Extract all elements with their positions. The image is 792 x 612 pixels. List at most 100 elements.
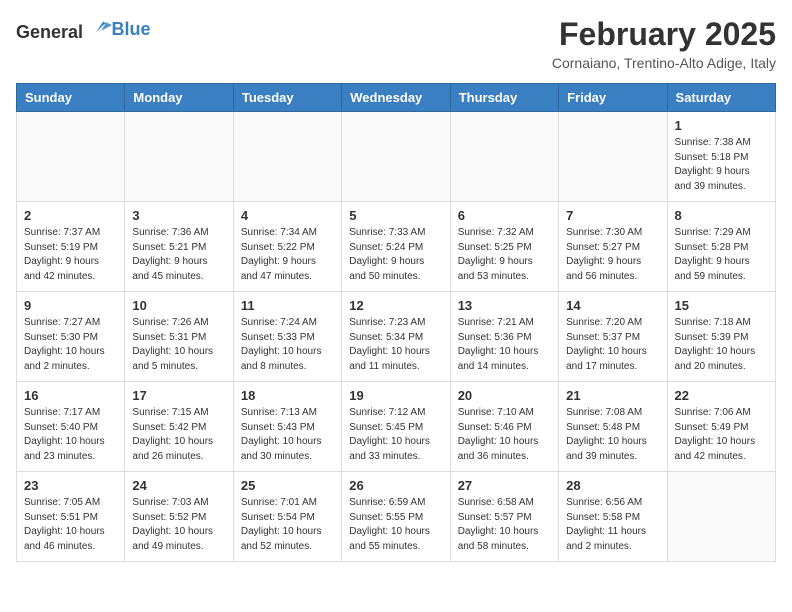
calendar-cell: 4 Sunrise: 7:34 AM Sunset: 5:22 PM Daylig… xyxy=(233,202,341,292)
day-number: 11 xyxy=(241,298,334,313)
calendar-header-row: SundayMondayTuesdayWednesdayThursdayFrid… xyxy=(17,84,776,112)
day-info: Sunrise: 7:20 AM Sunset: 5:37 PM Dayligh… xyxy=(566,316,659,374)
title-block: February 2025 Cornaiano, Trentino-Alto A… xyxy=(552,16,776,71)
calendar-cell xyxy=(667,472,775,562)
day-number: 13 xyxy=(458,298,551,313)
calendar-cell: 9 Sunrise: 7:27 AM Sunset: 5:30 PM Daylig… xyxy=(17,292,125,382)
day-number: 7 xyxy=(566,208,659,223)
logo-bird-icon xyxy=(90,16,112,38)
calendar-cell: 28 Sunrise: 6:56 AM Sunset: 5:58 PM Dayli… xyxy=(559,472,667,562)
day-info: Sunrise: 7:34 AM Sunset: 5:22 PM Dayligh… xyxy=(241,226,334,284)
day-number: 23 xyxy=(24,478,117,493)
day-number: 22 xyxy=(675,388,768,403)
calendar-cell xyxy=(125,112,233,202)
day-number: 1 xyxy=(675,118,768,133)
day-info: Sunrise: 7:03 AM Sunset: 5:52 PM Dayligh… xyxy=(132,496,225,554)
calendar-cell: 15 Sunrise: 7:18 AM Sunset: 5:39 PM Dayli… xyxy=(667,292,775,382)
calendar-cell: 12Sunrise: 7:23 AM Sunset: 5:34 PM Dayli… xyxy=(342,292,450,382)
calendar-cell: 13Sunrise: 7:21 AM Sunset: 5:36 PM Dayli… xyxy=(450,292,558,382)
day-info: Sunrise: 7:26 AM Sunset: 5:31 PM Dayligh… xyxy=(132,316,225,374)
day-number: 4 xyxy=(241,208,334,223)
day-info: Sunrise: 7:06 AM Sunset: 5:49 PM Dayligh… xyxy=(675,406,768,464)
day-number: 2 xyxy=(24,208,117,223)
calendar-cell: 23 Sunrise: 7:05 AM Sunset: 5:51 PM Dayli… xyxy=(17,472,125,562)
calendar-cell: 2Sunrise: 7:37 AM Sunset: 5:19 PM Daylig… xyxy=(17,202,125,292)
day-number: 27 xyxy=(458,478,551,493)
logo-blue: Blue xyxy=(112,19,151,40)
week-row-0: 1 Sunrise: 7:38 AM Sunset: 5:18 PM Daylig… xyxy=(17,112,776,202)
calendar-cell: 24 Sunrise: 7:03 AM Sunset: 5:52 PM Dayli… xyxy=(125,472,233,562)
week-row-2: 9 Sunrise: 7:27 AM Sunset: 5:30 PM Daylig… xyxy=(17,292,776,382)
day-info: Sunrise: 6:59 AM Sunset: 5:55 PM Dayligh… xyxy=(349,496,442,554)
weekday-header-tuesday: Tuesday xyxy=(233,84,341,112)
calendar-cell: 1 Sunrise: 7:38 AM Sunset: 5:18 PM Daylig… xyxy=(667,112,775,202)
calendar-cell: 19 Sunrise: 7:12 AM Sunset: 5:45 PM Dayli… xyxy=(342,382,450,472)
day-info: Sunrise: 7:15 AM Sunset: 5:42 PM Dayligh… xyxy=(132,406,225,464)
weekday-header-monday: Monday xyxy=(125,84,233,112)
calendar-cell xyxy=(233,112,341,202)
day-number: 14 xyxy=(566,298,659,313)
day-number: 9 xyxy=(24,298,117,313)
weekday-header-thursday: Thursday xyxy=(450,84,558,112)
day-number: 16 xyxy=(24,388,117,403)
calendar-cell: 18 Sunrise: 7:13 AM Sunset: 5:43 PM Dayli… xyxy=(233,382,341,472)
day-number: 19 xyxy=(349,388,442,403)
day-number: 26 xyxy=(349,478,442,493)
day-info: Sunrise: 7:24 AM Sunset: 5:33 PM Dayligh… xyxy=(241,316,334,374)
day-number: 17 xyxy=(132,388,225,403)
day-number: 24 xyxy=(132,478,225,493)
week-row-4: 23 Sunrise: 7:05 AM Sunset: 5:51 PM Dayli… xyxy=(17,472,776,562)
calendar-cell: 6 Sunrise: 7:32 AM Sunset: 5:25 PM Daylig… xyxy=(450,202,558,292)
day-info: Sunrise: 7:05 AM Sunset: 5:51 PM Dayligh… xyxy=(24,496,117,554)
day-number: 21 xyxy=(566,388,659,403)
day-info: Sunrise: 7:12 AM Sunset: 5:45 PM Dayligh… xyxy=(349,406,442,464)
day-number: 15 xyxy=(675,298,768,313)
day-info: Sunrise: 7:38 AM Sunset: 5:18 PM Dayligh… xyxy=(675,136,768,194)
day-info: Sunrise: 7:36 AM Sunset: 5:21 PM Dayligh… xyxy=(132,226,225,284)
day-info: Sunrise: 7:18 AM Sunset: 5:39 PM Dayligh… xyxy=(675,316,768,374)
day-info: Sunrise: 7:17 AM Sunset: 5:40 PM Dayligh… xyxy=(24,406,117,464)
day-number: 10 xyxy=(132,298,225,313)
weekday-header-sunday: Sunday xyxy=(17,84,125,112)
day-number: 8 xyxy=(675,208,768,223)
calendar-cell xyxy=(559,112,667,202)
weekday-header-wednesday: Wednesday xyxy=(342,84,450,112)
month-year: February 2025 xyxy=(552,16,776,53)
calendar-cell xyxy=(17,112,125,202)
location: Cornaiano, Trentino-Alto Adige, Italy xyxy=(552,55,776,71)
calendar-cell xyxy=(450,112,558,202)
calendar-cell: 7 Sunrise: 7:30 AM Sunset: 5:27 PM Daylig… xyxy=(559,202,667,292)
calendar-cell: 14 Sunrise: 7:20 AM Sunset: 5:37 PM Dayli… xyxy=(559,292,667,382)
day-info: Sunrise: 6:56 AM Sunset: 5:58 PM Dayligh… xyxy=(566,496,659,554)
day-info: Sunrise: 7:08 AM Sunset: 5:48 PM Dayligh… xyxy=(566,406,659,464)
day-number: 18 xyxy=(241,388,334,403)
calendar-cell: 5 Sunrise: 7:33 AM Sunset: 5:24 PM Daylig… xyxy=(342,202,450,292)
calendar-cell: 25Sunrise: 7:01 AM Sunset: 5:54 PM Dayli… xyxy=(233,472,341,562)
day-info: Sunrise: 7:13 AM Sunset: 5:43 PM Dayligh… xyxy=(241,406,334,464)
calendar-table: SundayMondayTuesdayWednesdayThursdayFrid… xyxy=(16,83,776,562)
day-info: Sunrise: 7:23 AM Sunset: 5:34 PM Dayligh… xyxy=(349,316,442,374)
day-number: 6 xyxy=(458,208,551,223)
calendar-cell: 27Sunrise: 6:58 AM Sunset: 5:57 PM Dayli… xyxy=(450,472,558,562)
day-info: Sunrise: 7:10 AM Sunset: 5:46 PM Dayligh… xyxy=(458,406,551,464)
calendar-cell: 3Sunrise: 7:36 AM Sunset: 5:21 PM Daylig… xyxy=(125,202,233,292)
calendar-cell: 17 Sunrise: 7:15 AM Sunset: 5:42 PM Dayli… xyxy=(125,382,233,472)
weekday-header-friday: Friday xyxy=(559,84,667,112)
calendar-cell xyxy=(342,112,450,202)
calendar-cell: 8Sunrise: 7:29 AM Sunset: 5:28 PM Daylig… xyxy=(667,202,775,292)
weekday-header-saturday: Saturday xyxy=(667,84,775,112)
day-info: Sunrise: 7:30 AM Sunset: 5:27 PM Dayligh… xyxy=(566,226,659,284)
day-number: 25 xyxy=(241,478,334,493)
day-number: 20 xyxy=(458,388,551,403)
calendar-cell: 22 Sunrise: 7:06 AM Sunset: 5:49 PM Dayli… xyxy=(667,382,775,472)
day-number: 5 xyxy=(349,208,442,223)
week-row-3: 16 Sunrise: 7:17 AM Sunset: 5:40 PM Dayli… xyxy=(17,382,776,472)
calendar-cell: 21 Sunrise: 7:08 AM Sunset: 5:48 PM Dayli… xyxy=(559,382,667,472)
day-info: Sunrise: 7:27 AM Sunset: 5:30 PM Dayligh… xyxy=(24,316,117,374)
day-info: Sunrise: 7:33 AM Sunset: 5:24 PM Dayligh… xyxy=(349,226,442,284)
calendar-cell: 10 Sunrise: 7:26 AM Sunset: 5:31 PM Dayli… xyxy=(125,292,233,382)
calendar-cell: 11 Sunrise: 7:24 AM Sunset: 5:33 PM Dayli… xyxy=(233,292,341,382)
day-info: Sunrise: 7:32 AM Sunset: 5:25 PM Dayligh… xyxy=(458,226,551,284)
page-header: General Blue February 2025 Cornaiano, Tr… xyxy=(16,16,776,71)
day-number: 28 xyxy=(566,478,659,493)
